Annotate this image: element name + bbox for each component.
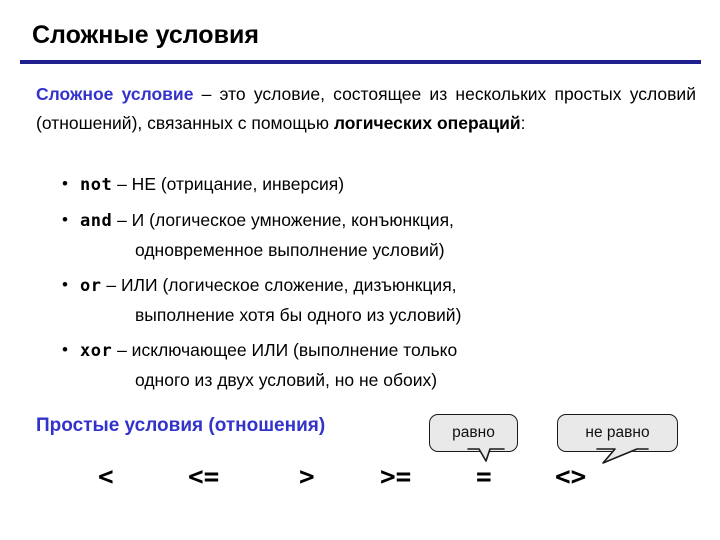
intro-paragraph: Сложное условие – это условие, состоящее… <box>36 80 696 138</box>
list-item: not – НЕ (отрицание, инверсия) <box>60 169 696 200</box>
logical-operations-list: not – НЕ (отрицание, инверсия) and – И (… <box>60 169 696 401</box>
callout-equal-label: равно <box>452 424 495 441</box>
operator-less-than: < <box>98 462 114 492</box>
term-logical-operations: логических операций <box>333 113 521 133</box>
operator-equal: = <box>476 462 492 492</box>
list-item: or – ИЛИ (логическое сложение, дизъюнкци… <box>60 270 696 330</box>
operator-not-equal: <> <box>555 462 587 492</box>
title-divider <box>20 60 701 64</box>
intro-line3-suffix: : <box>520 113 526 133</box>
callout-equal: равно <box>429 414 518 452</box>
intro-line3-prefix: помощью <box>251 113 334 133</box>
keyword-xor-description-cont: одного из двух условий, но не обоих) <box>135 370 438 390</box>
keyword-and-description-cont: одновременное выполнение условий) <box>135 240 445 260</box>
operator-less-or-equal: <= <box>188 462 220 492</box>
callout-not-equal-label: не равно <box>585 424 650 441</box>
keyword-xor: xor <box>80 341 113 361</box>
list-item: xor – исключающее ИЛИ (выполнение только… <box>60 335 696 395</box>
keyword-not-description: – НЕ (отрицание, инверсия) <box>112 174 345 194</box>
keyword-or-description: – ИЛИ (логическое сложение, дизъюнкция, <box>101 275 457 295</box>
keyword-or-description-cont: выполнение хотя бы одного из условий) <box>135 305 462 325</box>
intro-line1-rest: – это условие, состоящее из <box>193 84 456 104</box>
simple-conditions-heading: Простые условия (отношения) <box>36 415 326 436</box>
page-title: Сложные условия <box>32 21 259 49</box>
keyword-and-description: – И (логическое умножение, конъюнкция, <box>112 210 454 230</box>
keyword-xor-description: – исключающее ИЛИ (выполнение только <box>112 340 458 360</box>
relational-operators-row: < <= > >= = <> <box>60 462 660 496</box>
keyword-or: or <box>80 276 102 296</box>
operator-greater-or-equal: >= <box>380 462 412 492</box>
list-item: and – И (логическое умножение, конъюнкци… <box>60 205 696 265</box>
operator-greater-than: > <box>299 462 315 492</box>
keyword-and: and <box>80 211 113 231</box>
callout-not-equal: не равно <box>557 414 678 452</box>
term-complex-condition: Сложное условие <box>36 84 194 104</box>
keyword-not: not <box>80 175 113 195</box>
